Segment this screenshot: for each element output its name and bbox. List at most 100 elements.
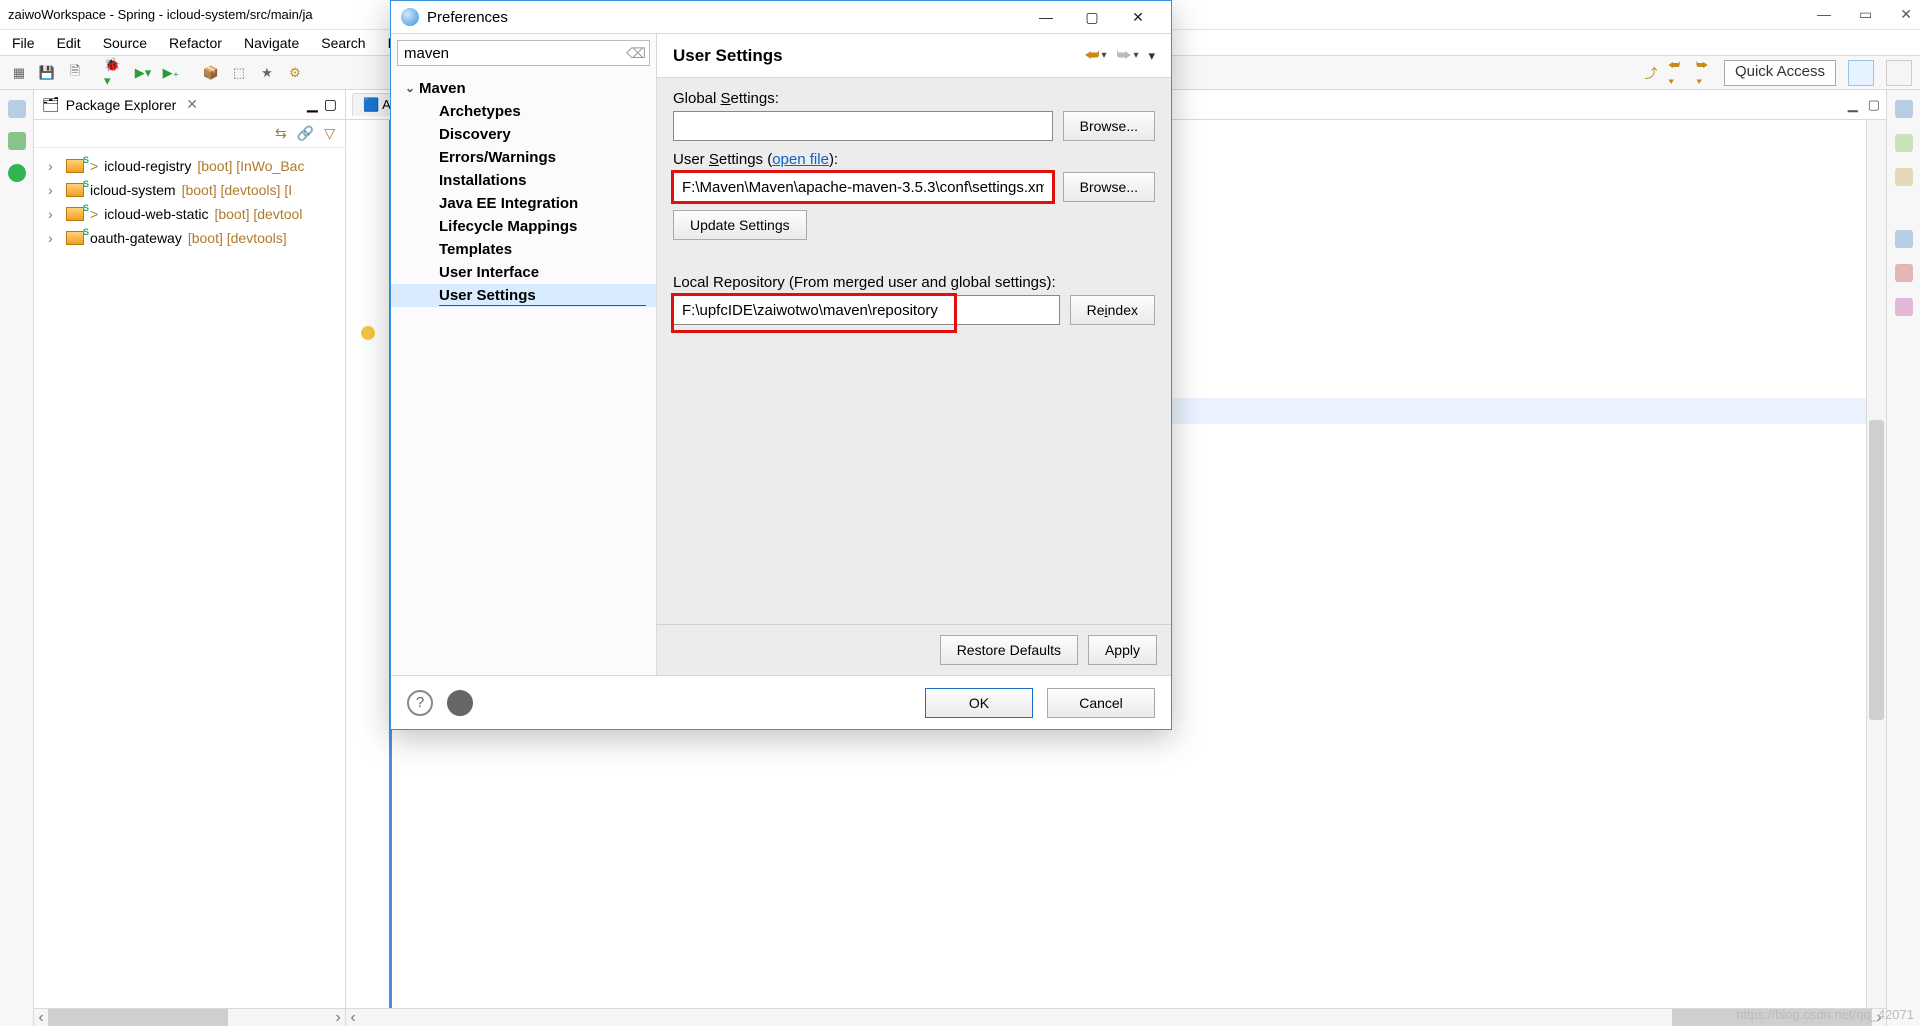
project-name[interactable]: icloud-registry [104,158,191,174]
nav-item-installations[interactable]: Installations [391,169,656,192]
dialog-maximize-icon[interactable]: ▢ [1069,2,1115,32]
history-forward-icon[interactable]: ⮩▾ [1117,47,1139,65]
dialog-minimize-icon[interactable]: — [1023,2,1069,32]
expand-icon[interactable]: › [48,206,60,222]
project-name[interactable]: icloud-web-static [104,206,208,222]
expand-icon[interactable]: › [48,230,60,246]
run-icon[interactable]: ▶▾ [132,62,154,84]
warning-marker-icon[interactable] [361,326,375,340]
menu-refactor[interactable]: Refactor [169,35,222,51]
eclipse-icon [401,8,419,26]
open-file-link[interactable]: open file [772,151,829,168]
project-name[interactable]: oauth-gateway [90,230,182,246]
save-all-icon[interactable]: 🗎 [64,62,86,84]
boot-dashboard-icon[interactable] [8,164,26,182]
user-settings-input[interactable] [673,172,1053,202]
global-settings-input[interactable] [673,111,1053,141]
nav-item-javaee[interactable]: Java EE Integration [391,192,656,215]
nav-item-archetypes[interactable]: Archetypes [391,100,656,123]
filter-input[interactable] [397,40,650,66]
package-explorer-hscroll[interactable]: ‹ › [34,1008,345,1026]
perspective-other[interactable] [1886,60,1912,86]
editor-toolbar: ▁ ▢ [1848,97,1880,113]
back-icon[interactable]: ⮨ ▾ [1668,62,1690,84]
reindex-button[interactable]: Reindex [1070,295,1155,325]
nav-item-maven[interactable]: ⌄ Maven [391,76,656,100]
nav-item-user-settings[interactable]: User Settings [391,284,656,307]
maximize-view-icon[interactable]: ▢ [324,96,337,113]
build-icon[interactable]: 📦 [200,62,222,84]
editor-hscroll[interactable]: ‹ › [346,1008,1886,1026]
menu-source[interactable]: Source [103,35,147,51]
record-icon[interactable] [447,690,473,716]
boards-icon[interactable] [8,132,26,150]
minimize-editor-icon[interactable]: ▁ [1848,97,1858,113]
editor-vscroll[interactable] [1866,120,1886,1008]
prefs-icon[interactable]: ⚙ [284,62,306,84]
clear-filter-icon[interactable]: ⌫ [626,43,646,63]
collapse-all-icon[interactable]: ⇆ [275,125,287,142]
forward-icon[interactable]: ⮩ ▾ [1696,62,1718,84]
new-icon[interactable]: ▦ [8,62,30,84]
chevron-down-icon[interactable]: ⌄ [405,81,419,95]
quick-access-placeholder: Quick Access [1735,63,1825,80]
minimize-icon[interactable]: — [1817,6,1831,23]
outline-icon[interactable] [1895,100,1913,118]
view-menu-icon[interactable]: ▽ [324,125,335,142]
debug-icon[interactable]: 🐞▾ [104,62,126,84]
maximize-icon[interactable]: ▭ [1859,6,1872,23]
misc-icon[interactable] [1895,298,1913,316]
project-name[interactable]: icloud-system [90,182,176,198]
servers-icon[interactable] [8,100,26,118]
dialog-titlebar[interactable]: Preferences — ▢ ✕ [391,1,1171,33]
history-back-icon[interactable]: ⮨▾ [1085,47,1107,65]
restore-defaults-button[interactable]: Restore Defaults [940,635,1078,665]
nav-item-lifecycle-mappings[interactable]: Lifecycle Mappings [391,215,656,238]
project-tree[interactable]: › > icloud-registry [boot] [InWo_Bac › i… [34,148,345,1008]
project-decoration: [boot] [devtools] [188,230,287,246]
ide-window-controls: — ▭ ✕ [1817,6,1912,23]
minimize-view-icon[interactable]: ▁ [307,96,318,113]
toggle-icon[interactable]: ⬚ [228,62,250,84]
perspective-java[interactable] [1848,60,1874,86]
browse-user-button[interactable]: Browse... [1063,172,1155,202]
apply-button[interactable]: Apply [1088,635,1157,665]
browse-global-button[interactable]: Browse... [1063,111,1155,141]
cancel-button[interactable]: Cancel [1047,688,1155,718]
quick-access-input[interactable]: Quick Access [1724,60,1836,86]
update-settings-button[interactable]: Update Settings [673,210,807,240]
maximize-editor-icon[interactable]: ▢ [1868,97,1880,113]
dialog-close-icon[interactable]: ✕ [1115,2,1161,32]
nav-label: Maven [419,80,466,97]
close-icon[interactable]: ✕ [1900,6,1912,23]
nav-misc-icon[interactable]: ⤴ [1640,62,1662,84]
menu-navigate[interactable]: Navigate [244,35,299,51]
menu-file[interactable]: File [12,35,35,51]
expand-icon[interactable]: › [48,182,60,198]
problems-icon[interactable] [1895,168,1913,186]
package-explorer-tab[interactable]: 🗂 Package Explorer ✕ ▁ ▢ [34,90,345,120]
page-menu-icon[interactable]: ▾ [1148,48,1155,64]
nav-item-templates[interactable]: Templates [391,238,656,261]
star-icon[interactable]: ★ [256,62,278,84]
expand-icon[interactable]: › [48,158,60,174]
local-repository-input[interactable] [673,295,1060,325]
menu-edit[interactable]: Edit [57,35,81,51]
ok-button[interactable]: OK [925,688,1033,718]
nav-tree[interactable]: ⌄ Maven Archetypes Discovery Errors/Warn… [391,72,656,675]
console-icon[interactable] [1895,230,1913,248]
tasks-icon[interactable] [1895,134,1913,152]
help-icon[interactable]: ? [407,690,433,716]
nav-item-discovery[interactable]: Discovery [391,123,656,146]
run-last-icon[interactable]: ▶₊ [160,62,182,84]
close-view-icon[interactable]: ✕ [186,96,198,113]
link-editor-icon[interactable]: 🔗 [297,125,314,142]
nav-item-errors-warnings[interactable]: Errors/Warnings [391,146,656,169]
markers-icon[interactable] [1895,264,1913,282]
save-icon[interactable]: 💾 [36,62,58,84]
menu-search[interactable]: Search [321,35,365,51]
nav-item-user-interface[interactable]: User Interface [391,261,656,284]
vertical-ruler [346,120,392,1008]
java-file-icon: 🟦 [363,97,379,112]
tree-row: › > icloud-web-static [boot] [devtool [38,202,341,226]
